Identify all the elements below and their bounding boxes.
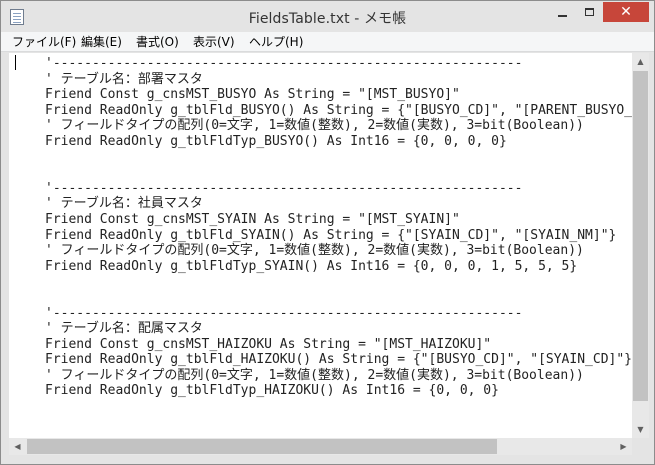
- horizontal-scrollbar[interactable]: ◀ ▶: [9, 438, 632, 455]
- menu-bar: ファイル(F) 編集(E) 書式(O) 表示(V) ヘルプ(H): [1, 32, 654, 52]
- code-line: ' テーブル名：配属マスタ: [45, 321, 203, 337]
- resize-grip[interactable]: [632, 438, 649, 455]
- code-line: '---------------------------------------…: [45, 305, 523, 321]
- code-line: '---------------------------------------…: [45, 56, 523, 71]
- code-line: Friend Const g_cnsMST_BUSYO As String = …: [45, 87, 460, 103]
- code-line: '---------------------------------------…: [45, 180, 523, 196]
- code-line: Friend Const g_cnsMST_SYAIN As String = …: [45, 211, 460, 227]
- text-caret: [15, 55, 16, 70]
- menu-view[interactable]: 表示(V): [193, 34, 235, 50]
- close-icon: ✕: [620, 4, 632, 20]
- code-line: ' テーブル名：部署マスタ: [45, 71, 203, 87]
- code-line: ' フィールドタイプの配列(0=文字, 1=数値(整数), 2=数値(実数), …: [45, 243, 584, 259]
- maximize-icon: [585, 8, 594, 16]
- title-bar[interactable]: FieldsTable.txt - メモ帳 ✕: [1, 1, 654, 32]
- minimize-button[interactable]: [549, 2, 576, 22]
- code-line: Friend ReadOnly g_tblFld_HAIZOKU() As St…: [45, 352, 632, 368]
- scroll-up-icon[interactable]: ▲: [632, 53, 649, 70]
- vertical-scrollbar[interactable]: ▲ ▼: [632, 53, 649, 438]
- scroll-right-icon[interactable]: ▶: [615, 438, 632, 455]
- code-line: Friend ReadOnly g_tblFldTyp_BUSYO() As I…: [45, 133, 507, 149]
- menu-format[interactable]: 書式(O): [136, 34, 179, 50]
- code-line: ' フィールドタイプの配列(0=文字, 1=数値(整数), 2=数値(実数), …: [45, 118, 584, 134]
- horizontal-scroll-thumb[interactable]: [27, 439, 497, 454]
- code-line: ' テーブル名：社員マスタ: [45, 196, 203, 212]
- minimize-icon: [558, 14, 567, 17]
- notepad-window: FieldsTable.txt - メモ帳 ✕ ファイル(F) 編集(E) 書式…: [0, 0, 655, 465]
- code-line: Friend ReadOnly g_tblFldTyp_HAIZOKU() As…: [45, 383, 499, 399]
- code-line: Friend ReadOnly g_tblFldTyp_SYAIN() As I…: [45, 258, 578, 274]
- code-line: Friend Const g_cnsMST_HAIZOKU As String …: [45, 336, 492, 352]
- text-editor[interactable]: '---------------------------------------…: [9, 53, 632, 438]
- editor-text[interactable]: '---------------------------------------…: [45, 56, 632, 399]
- code-line: Friend ReadOnly g_tblFld_SYAIN() As Stri…: [45, 227, 617, 243]
- menu-help[interactable]: ヘルプ(H): [249, 34, 303, 50]
- code-line: ' フィールドタイプの配列(0=文字, 1=数値(整数), 2=数値(実数), …: [45, 367, 584, 383]
- maximize-button[interactable]: [576, 2, 603, 22]
- close-button[interactable]: ✕: [603, 2, 649, 22]
- vertical-scroll-thumb[interactable]: [633, 71, 648, 401]
- menu-edit[interactable]: 編集(E): [81, 34, 122, 50]
- menu-file[interactable]: ファイル(F): [12, 34, 76, 50]
- scroll-left-icon[interactable]: ◀: [9, 438, 26, 455]
- code-line: Friend ReadOnly g_tblFld_BUSYO() As Stri…: [45, 102, 632, 118]
- scroll-down-icon[interactable]: ▼: [632, 421, 649, 438]
